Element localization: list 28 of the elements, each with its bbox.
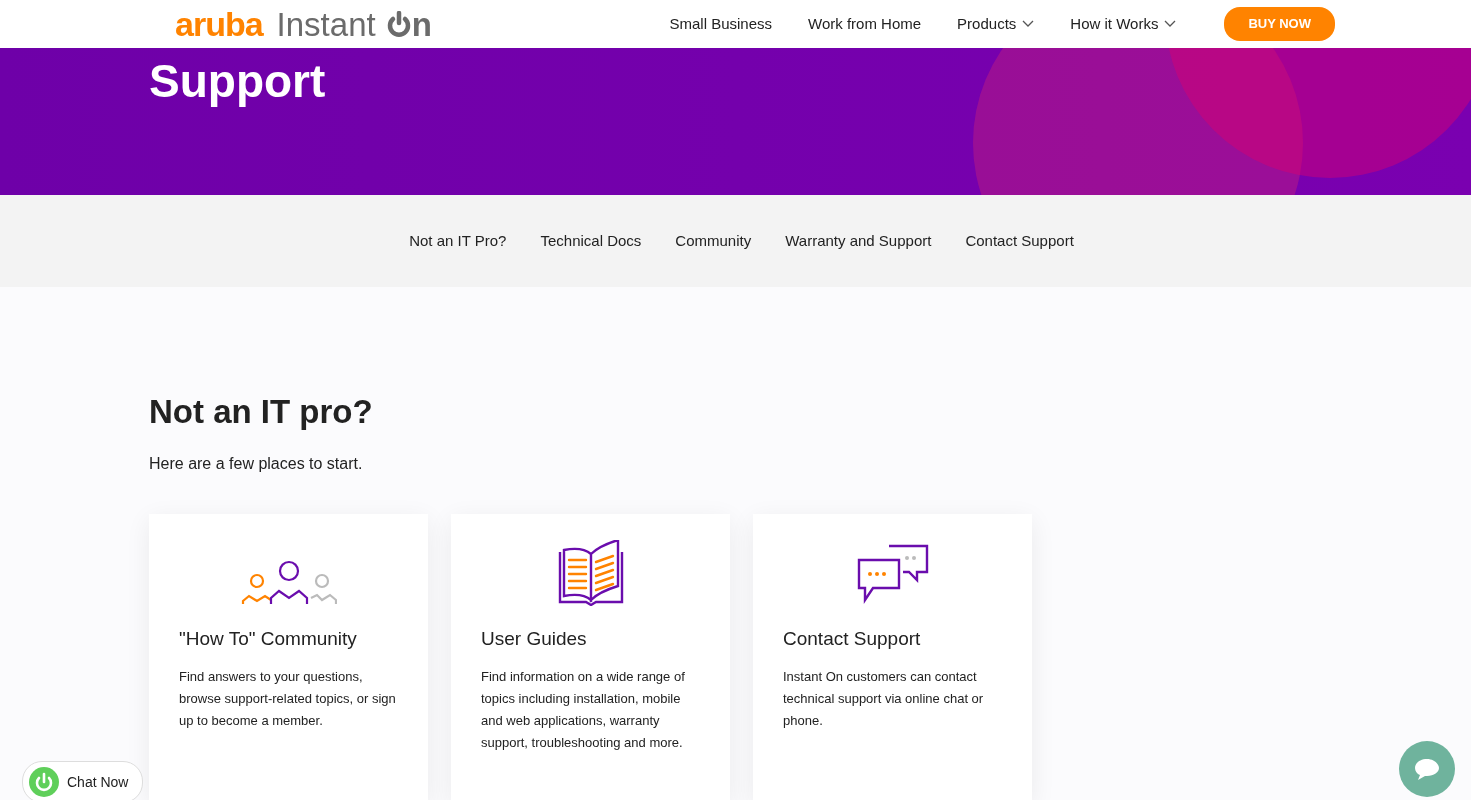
card-description: Instant On customers can contact technical support via online chat or phone. — [783, 668, 985, 731]
section-nav-link[interactable]: Technical Docs — [540, 229, 642, 253]
chevron-down-icon — [1022, 20, 1035, 28]
chevron-down-icon — [1164, 20, 1177, 28]
people-icon — [240, 559, 337, 606]
card-title: Contact Support — [783, 627, 922, 651]
card-description: Find information on a wide range of topics including installation, mobile and web applications, warranty support, troubleshooting and more. — [481, 668, 686, 753]
section-nav-link[interactable]: Contact Support — [965, 229, 1074, 253]
brand-logo-text: aruba — [175, 7, 263, 41]
power-icon — [29, 767, 59, 797]
nav-link[interactable]: Work from Home — [808, 12, 922, 36]
nav-link[interactable]: Small Business — [669, 12, 773, 36]
section-nav-link[interactable]: Warranty and Support — [785, 229, 932, 253]
logo-letter: n — [411, 7, 432, 41]
card-title: "How To" Community — [179, 627, 358, 651]
nav-link[interactable]: Products — [957, 12, 1035, 36]
power-icon — [385, 11, 412, 37]
speech-bubble-icon — [1414, 757, 1440, 781]
section-heading: Not an IT pro? — [149, 392, 374, 432]
chat-button[interactable] — [1399, 741, 1455, 797]
chat-now-button[interactable]: Chat Now — [22, 761, 144, 800]
card-description: Find answers to your questions, browse support-related topics, or sign up to become a member. — [179, 668, 397, 731]
section-nav-link[interactable]: Community — [675, 229, 752, 253]
nav-link[interactable]: How it Works — [1070, 12, 1177, 36]
section-nav-link[interactable]: Not an IT Pro? — [409, 229, 507, 253]
card-title: User Guides — [481, 627, 588, 651]
product-name: Instant — [276, 7, 376, 41]
section-intro: Here are a few places to start. — [149, 453, 364, 474]
